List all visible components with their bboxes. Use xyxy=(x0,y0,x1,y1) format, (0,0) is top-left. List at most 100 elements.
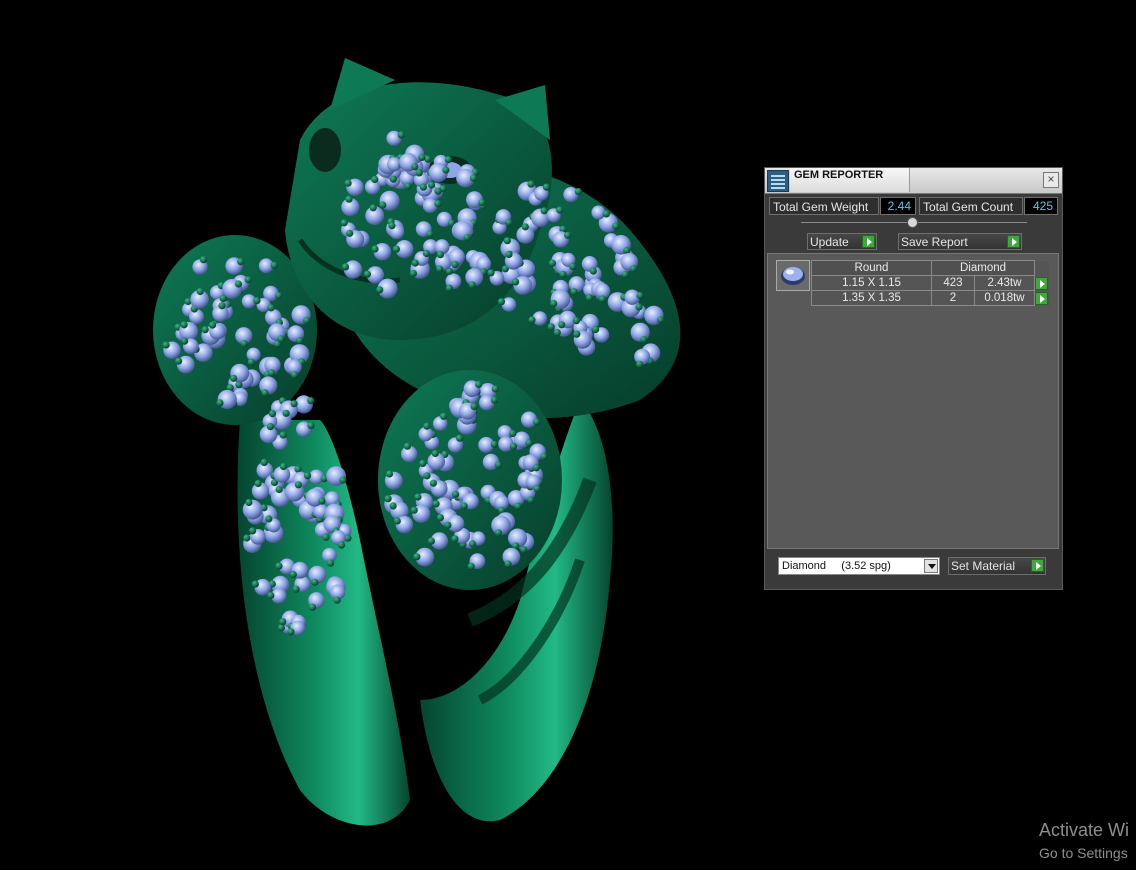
prong-bead xyxy=(540,453,548,461)
arrow-right-icon[interactable] xyxy=(1035,276,1048,290)
prong-bead xyxy=(277,624,285,632)
prong-bead xyxy=(303,472,312,480)
prong-bead xyxy=(253,297,261,305)
prong-bead xyxy=(254,479,262,488)
prong-bead xyxy=(318,497,326,505)
prong-bead xyxy=(428,181,436,189)
prong-bead xyxy=(294,465,302,473)
prong-bead xyxy=(444,156,452,164)
set-material-button-label: Set Material xyxy=(951,559,1016,573)
prong-bead xyxy=(341,263,350,271)
prong-bead xyxy=(469,174,478,182)
prong-bead xyxy=(340,219,348,227)
prong-bead xyxy=(629,265,638,273)
prong-bead xyxy=(570,288,578,296)
prong-bead xyxy=(452,490,460,498)
gem-preview-icon[interactable] xyxy=(776,260,810,291)
panel-titlebar[interactable]: GEM REPORTER × xyxy=(765,168,1062,194)
prong-bead xyxy=(432,500,440,508)
prong-bead xyxy=(527,496,535,504)
prong-bead xyxy=(251,580,259,588)
prong-bead xyxy=(533,418,541,426)
arrow-right-icon xyxy=(862,235,875,248)
cell-count: 423 xyxy=(931,275,975,291)
prong-bead xyxy=(621,271,629,279)
prong-bead xyxy=(294,481,302,489)
set-material-button[interactable]: Set Material xyxy=(948,557,1046,575)
prong-bead xyxy=(572,317,581,325)
prong-bead xyxy=(589,267,597,275)
prong-bead xyxy=(247,358,255,366)
prong-bead xyxy=(279,618,287,626)
prong-bead xyxy=(419,183,427,191)
material-dropdown[interactable]: Diamond (3.52 spg) xyxy=(778,557,940,575)
prong-bead xyxy=(345,195,353,203)
prong-bead xyxy=(569,263,577,271)
prong-bead xyxy=(547,323,555,331)
prong-bead xyxy=(282,409,290,417)
prong-bead xyxy=(558,321,566,329)
prong-bead xyxy=(494,461,502,469)
report-area: Round Diamond 1.15 X 1.15 423 2.43tw 1.3… xyxy=(767,253,1059,549)
update-button[interactable]: Update xyxy=(807,233,877,250)
cell-size: 1.35 X 1.35 xyxy=(811,290,932,306)
prong-bead xyxy=(410,506,418,514)
slider-knob[interactable] xyxy=(907,217,918,228)
prong-bead xyxy=(490,440,498,448)
prong-bead xyxy=(478,199,486,207)
prong-bead xyxy=(440,412,448,420)
prong-bead xyxy=(487,269,495,277)
prong-bead xyxy=(418,153,426,161)
prong-bead xyxy=(307,397,315,405)
close-icon[interactable]: × xyxy=(1043,172,1059,188)
prong-bead xyxy=(268,410,277,418)
prong-bead xyxy=(175,357,183,365)
prong-bead xyxy=(230,374,238,382)
prong-bead xyxy=(218,302,226,310)
prong-bead xyxy=(260,458,268,466)
prong-bead xyxy=(290,400,298,408)
prong-bead xyxy=(389,175,397,183)
prong-bead xyxy=(423,422,431,430)
prong-bead xyxy=(292,585,300,593)
prong-bead xyxy=(392,245,400,253)
prong-bead xyxy=(409,269,417,277)
prong-bead xyxy=(436,514,444,522)
prong-bead xyxy=(504,560,512,568)
prong-bead xyxy=(505,250,513,258)
prong-bead xyxy=(520,546,528,554)
save-report-button[interactable]: Save Report xyxy=(898,233,1022,250)
table-row[interactable]: 1.35 X 1.35 2 0.018tw xyxy=(811,290,1050,306)
prong-bead xyxy=(275,485,283,494)
prong-bead xyxy=(237,258,245,266)
prong-bead xyxy=(296,337,304,345)
prong-bead xyxy=(602,210,610,218)
prong-bead xyxy=(403,442,411,450)
prong-bead xyxy=(196,287,204,296)
prong-bead xyxy=(384,495,392,503)
prong-bead xyxy=(303,316,311,325)
prong-bead xyxy=(521,223,529,231)
prong-bead xyxy=(612,222,620,230)
prong-bead xyxy=(475,380,483,389)
prong-bead xyxy=(503,237,511,245)
prong-bead xyxy=(379,201,387,209)
prong-bead xyxy=(427,537,435,545)
prong-bead xyxy=(249,527,257,535)
gem-reporter-panel: GEM REPORTER × Total Gem Weight 2.44 Tot… xyxy=(764,167,1063,590)
dropdown-arrow-icon[interactable] xyxy=(924,559,938,573)
table-row[interactable]: 1.15 X 1.15 423 2.43tw xyxy=(811,275,1050,291)
prong-bead xyxy=(511,278,520,286)
prong-bead xyxy=(548,259,557,267)
prong-bead xyxy=(460,502,468,510)
prong-bead xyxy=(442,166,450,174)
prong-bead xyxy=(265,515,273,523)
prong-bead xyxy=(556,206,564,214)
activation-watermark-subtitle: Go to Settings xyxy=(1039,845,1128,861)
arrow-right-icon[interactable] xyxy=(1035,291,1048,305)
column-header-shape: Round xyxy=(811,260,932,276)
prong-bead xyxy=(337,541,346,549)
prong-bead xyxy=(234,280,243,288)
prong-bead xyxy=(275,292,283,300)
update-button-label: Update xyxy=(810,235,849,249)
